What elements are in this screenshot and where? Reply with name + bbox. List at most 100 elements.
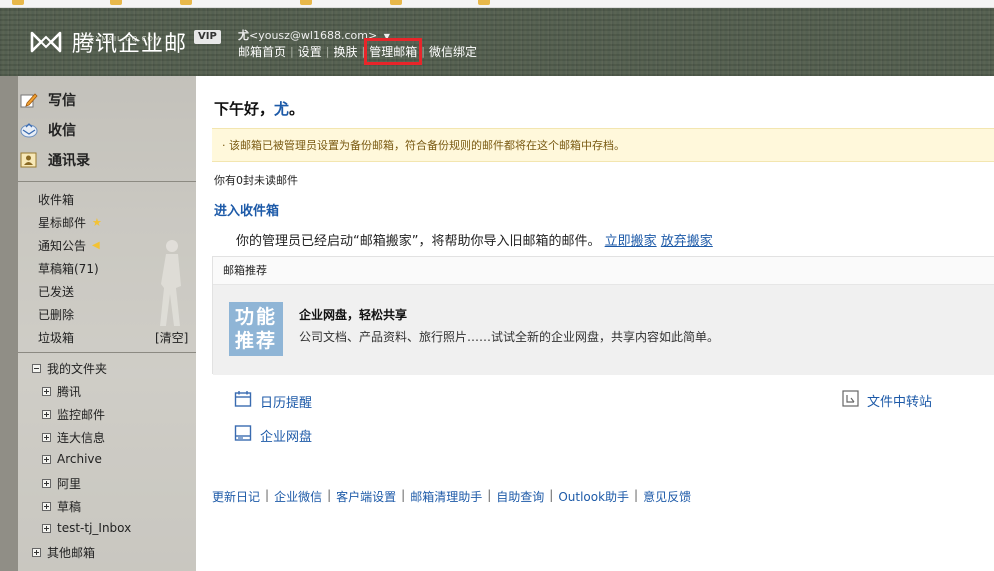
contacts-icon [20,152,38,168]
recommendation-title[interactable]: 企业网盘，轻松共享 [299,306,407,323]
contacts-button[interactable]: 通讯录 [20,150,180,170]
sidebar-item-label: 通知公告 [38,239,87,253]
enter-inbox-link[interactable]: 进入收件箱 [214,200,279,219]
bookmark-folder-icon[interactable] [110,0,122,5]
sidebar-item-label: 草稿箱(71) [38,262,99,276]
recommendation-body[interactable]: 功能 推荐 企业网盘，轻松共享 公司文档、产品资料、旅行照片……试试全新的企业网… [213,285,994,375]
sidebar-item-starred[interactable]: 星标邮件 ★ [38,214,102,231]
enterprise-drive-link[interactable]: 企业网盘 [234,424,312,446]
greeting-suffix: 。 [289,100,305,118]
my-folders-toggle[interactable]: 我的文件夹 [32,360,107,377]
subfolder-item[interactable]: test-tj_Inbox [42,521,131,535]
migration-text: 你的管理员已经启动“邮箱搬家”，将帮助你导入旧邮箱的邮件。 [236,234,601,249]
expand-icon[interactable] [42,433,51,442]
subfolder-item[interactable]: 草稿 [42,498,81,515]
drive-icon [234,424,252,446]
expand-icon[interactable] [32,548,41,557]
sidebar-item-label: 星标邮件 [38,216,87,230]
nav-wechat-bind[interactable]: 微信绑定 [429,43,477,60]
file-transfer-link[interactable]: 文件中转站 [842,390,932,411]
nav-manage-mailbox[interactable]: 管理邮箱 [364,38,423,65]
main-content: 下午好，尤。 · 该邮箱已被管理员设置为备份邮箱，符合备份规则的邮件都将在这个邮… [196,76,994,571]
star-icon: ★ [92,216,102,229]
other-mailbox-toggle[interactable]: 其他邮箱 [32,544,95,561]
footer-link-changelog[interactable]: 更新日记 [212,488,260,505]
unread-count: 你有0封未读邮件 [214,174,298,187]
greeting-name: 尤 [274,100,290,118]
logo[interactable]: 腾讯企业邮 [28,26,187,58]
nav-separator: | [421,45,425,58]
greeting: 下午好，尤。 [214,98,304,119]
expand-icon[interactable] [42,479,51,488]
tool-label: 日历提醒 [260,395,313,411]
receive-label: 收信 [48,123,76,139]
compose-button[interactable]: 写信 [20,90,180,110]
chevron-down-icon[interactable]: ▼ [384,32,390,41]
abandon-migration-link[interactable]: 放弃搬家 [661,234,713,249]
tool-label: 企业网盘 [260,429,313,445]
subfolder-item[interactable]: 阿里 [42,475,81,492]
collapse-icon[interactable] [32,364,41,373]
subfolder-item[interactable]: Archive [42,452,102,466]
top-nav: 邮箱首页 | 设置 | 换肤 | 管理邮箱 | 微信绑定 [238,38,477,65]
bookmark-folder-icon[interactable] [390,0,402,5]
expand-icon[interactable] [42,410,51,419]
logo-icon [28,30,64,54]
nav-change-skin[interactable]: 换肤 [333,43,357,60]
sidebar-divider [18,352,196,353]
nav-mail-home[interactable]: 邮箱首页 [238,43,286,60]
pencil-icon [20,92,38,108]
footer-separator: | [401,488,406,502]
recommendation-header: 邮箱推荐 [213,257,994,285]
sidebar-item-inbox[interactable]: 收件箱 [38,191,74,208]
footer-link-self-service[interactable]: 自助查询 [496,488,544,505]
footer-link-feedback[interactable]: 意见反馈 [643,488,691,505]
footer-links: 更新日记 | 企业微信 | 客户端设置 | 邮箱清理助手 | 自助查询 | Ou… [212,488,691,505]
vip-badge: VIP [194,30,221,44]
sidebar-item-label: 已发送 [38,285,75,299]
sidebar-item-sent[interactable]: 已发送 [38,283,74,300]
sidebar-item-deleted[interactable]: 已删除 [38,306,74,323]
bookmark-folder-icon[interactable] [180,0,192,5]
subfolder-item[interactable]: 腾讯 [42,383,81,400]
subfolder-item[interactable]: 连大信息 [42,429,105,446]
nav-separator: | [361,45,366,58]
bookmark-folder-icon[interactable] [12,0,24,5]
subfolder-label: 监控邮件 [57,408,106,422]
sidebar-item-announcements[interactable]: 通知公告 ◀ [38,237,100,254]
top-header: 腾讯企业邮 EXMAIL.QQ.COM VIP 尤<yousz@wl1688.c… [0,8,994,76]
migrate-now-link[interactable]: 立即搬家 [605,234,657,249]
sidebar-item-drafts[interactable]: 草稿箱(71) [38,260,99,277]
footer-separator: | [327,488,332,502]
sidebar-item-spam[interactable]: 垃圾箱 [38,329,74,346]
expand-icon[interactable] [42,454,51,464]
sidebar: 写信 收信 通讯录 收件箱 星标邮件 ★ 通知公告 ◀ 草稿箱(71) 已发送 已删… [0,76,196,571]
sidebar-item-label: 收件箱 [38,193,75,207]
subfolder-item[interactable]: 监控邮件 [42,406,105,423]
tool-label: 文件中转站 [867,395,933,410]
expand-icon[interactable] [42,523,51,533]
footer-link-client-settings[interactable]: 客户端设置 [336,488,396,505]
other-mailbox-label: 其他邮箱 [47,546,96,560]
nav-separator: | [290,45,294,58]
sidebar-item-label: 垃圾箱 [38,331,75,345]
account-info[interactable]: 尤<yousz@wl1688.com> ▼ [238,27,390,43]
subfolder-label: Archive [57,452,102,466]
recommendation-description: 公司文档、产品资料、旅行照片……试试全新的企业网盘，共享内容如此简单。 [299,330,720,344]
footer-link-wework[interactable]: 企业微信 [274,488,322,505]
footer-link-mailbox-cleaner[interactable]: 邮箱清理助手 [410,488,482,505]
compose-label: 写信 [48,93,76,109]
expand-icon[interactable] [42,387,51,396]
bookmark-folder-icon[interactable] [300,0,312,5]
receive-button[interactable]: 收信 [20,120,180,140]
calendar-reminder-link[interactable]: 日历提醒 [234,390,312,412]
expand-icon[interactable] [42,502,51,511]
footer-separator: | [634,488,639,502]
footer-link-outlook-helper[interactable]: Outlook助手 [558,488,629,505]
clear-spam-link[interactable]: [清空] [155,329,188,346]
calendar-icon [234,390,252,412]
footer-separator: | [487,488,492,502]
subfolder-label: 草稿 [57,500,82,514]
nav-settings[interactable]: 设置 [298,43,322,60]
bookmark-folder-icon[interactable] [478,0,490,5]
